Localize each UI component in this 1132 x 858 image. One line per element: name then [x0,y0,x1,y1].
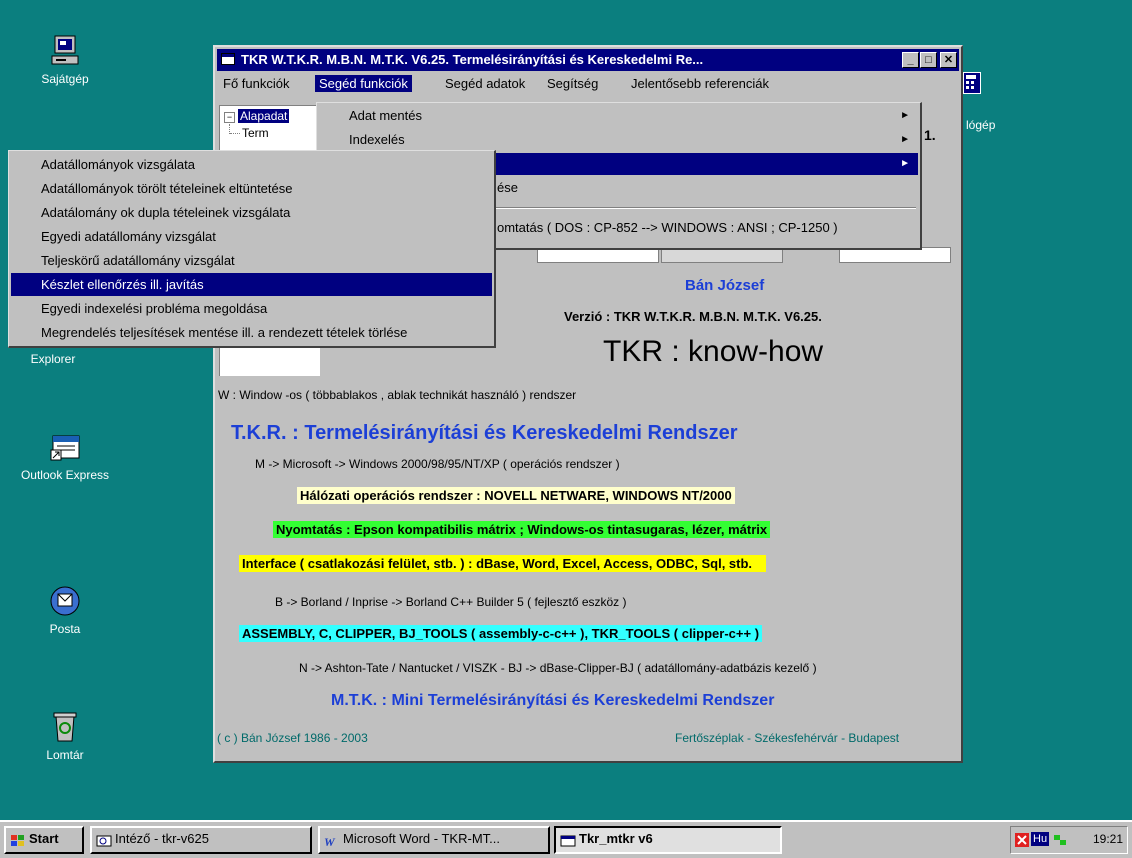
menu-fo-funkciok[interactable]: Fő funkciók [219,75,293,92]
windows-logo-icon [10,833,26,847]
b-description: B -> Borland / Inprise -> Borland C++ Bu… [275,595,627,609]
icon-label: Posta [49,622,81,636]
menu-item-label: Adat mentés [349,108,422,123]
menu-item-label: omtatás ( DOS : CP-852 --> WINDOWS : ANS… [497,220,838,235]
tree-expander-icon[interactable]: − [224,112,235,123]
maximize-icon: □ [925,54,932,66]
menu-item-indexeles[interactable]: Indexelés ► [319,129,918,151]
outlook-express-desktop-icon[interactable]: Outlook Express [20,430,110,482]
tree-connector [230,133,240,135]
antivirus-icon[interactable] [1015,833,1029,847]
submenu-item[interactable]: Adatállományok törölt tételeinek eltünte… [11,177,492,200]
submenu-item[interactable]: Teljeskörű adatállomány vizsgálat [11,249,492,272]
tree-item-alapadat[interactable]: Alapadat [238,109,290,123]
menu-segitseg[interactable]: Segítség [543,75,602,92]
recycle-bin-icon [48,710,82,744]
network-icon[interactable] [1053,833,1067,847]
submenu-item[interactable]: Egyedi adatállomány vizsgálat [11,225,492,248]
interface-banner: Interface ( csatlakozási felület, stb. )… [239,555,767,572]
mtk-title: M.T.K. : Mini Termelésirányítási és Kere… [331,692,775,709]
task-button-explorer[interactable]: Intéző - tkr-v625 [90,826,312,854]
tkr-title: T.K.R. : Termelésirányítási és Kereskede… [231,422,738,444]
taskbar: Start Intéző - tkr-v625 W Microsoft Word… [0,820,1132,858]
icon-label: Explorer [30,352,76,366]
menu-bar: Fő funkciók Segéd funkciók Segéd adatok … [217,73,959,93]
task-button-word[interactable]: W Microsoft Word - TKR-MT... [318,826,550,854]
svg-text:W: W [324,835,336,848]
close-icon: ✕ [943,54,954,66]
menu-item-label: Indexelés [349,132,405,147]
my-computer-icon [48,34,82,68]
calculator-icon[interactable] [963,72,981,94]
m-description: M -> Microsoft -> Windows 2000/98/95/NT/… [255,457,620,471]
language-indicator[interactable]: Hu [1031,832,1050,846]
tree-item-term[interactable]: Term [242,126,269,140]
submenu-item[interactable]: Megrendelés teljesítések mentése ill. a … [11,321,492,344]
printing-banner: Nyomtatás : Epson kompatibilis mátrix ; … [273,521,771,538]
author-name: Bán József [685,277,765,294]
icon-label: Sajátgép [41,72,89,86]
window-title: TKR W.T.K.R. M.B.N. M.T.K. V6.25. Termel… [241,52,704,67]
copyright-text: ( c ) Bán József 1986 - 2003 [217,731,368,745]
start-label: Start [29,831,59,846]
n-description: N -> Ashton-Tate / Nantucket / VISZK - B… [299,661,817,675]
app-window-icon[interactable] [221,53,235,65]
submenu-item[interactable]: Adatállományok vizsgálata [11,153,492,176]
location-text: Fertőszéplak - Székesfehérvár - Budapest [675,731,900,745]
submenu-item[interactable]: Adatálomány ok dupla tételeinek vizsgála… [11,201,492,224]
recycle-bin-desktop-icon[interactable]: Lomtár [20,710,110,762]
menu-seged-adatok[interactable]: Segéd adatok [441,75,529,92]
maximize-button[interactable]: □ [920,52,937,68]
task-button-tkr[interactable]: Tkr_mtkr v6 [554,826,782,854]
start-button[interactable]: Start [4,826,84,854]
explorer-desktop-icon[interactable]: Explorer [8,352,98,366]
icon-label: Lomtár [46,748,84,762]
outlook-express-icon [48,430,82,464]
submenu-item[interactable]: Egyedi indexelési probléma megoldása [11,297,492,320]
clock[interactable]: 19:21 [1093,832,1123,846]
desktop-icon-label-partial: lógép [966,118,996,132]
knowhow-heading: TKR : know-how [603,335,824,368]
minimize-icon: _ [907,54,914,66]
network-os-banner: Hálózati operációs rendszer : NOVELL NET… [297,487,735,504]
submenu-arrow-icon: ► [900,110,910,121]
posta-desktop-icon[interactable]: Posta [20,584,110,636]
minimize-button[interactable]: _ [902,52,919,68]
submenu-arrow-icon: ► [900,158,910,169]
system-tray: Hu 19:21 [1010,826,1128,854]
menu-jelentosebb-referenciak[interactable]: Jelentősebb referenciák [627,75,773,92]
word-icon: W [324,833,340,849]
version-text: Verzió : TKR W.T.K.R. M.B.N. M.T.K. V6.2… [564,309,822,324]
my-computer-desktop-icon[interactable]: Sajátgép [20,34,110,86]
menu-seged-funkciok[interactable]: Segéd funkciók [315,75,412,92]
menu-item-label: ése [497,180,518,195]
window-task-icon [560,833,576,847]
task-label: Intéző - tkr-v625 [115,831,209,846]
close-button[interactable]: ✕ [940,52,957,68]
task-label: Tkr_mtkr v6 [579,831,653,846]
peek-text: 1. [924,127,936,143]
title-bar[interactable]: TKR W.T.K.R. M.B.N. M.T.K. V6.25. Termel… [217,49,959,71]
submenu-item-keszlet-ellenorzes[interactable]: Készlet ellenőrzés ill. javítás [11,273,492,296]
task-label: Microsoft Word - TKR-MT... [343,831,500,846]
posta-icon [48,584,82,618]
icon-label: Outlook Express [20,468,110,482]
submenu-arrow-icon: ► [900,134,910,145]
explorer-task-icon [96,833,112,847]
w-description: W : Window -os ( többablakos , ablak tec… [218,388,577,402]
menu-item-adat-mentes[interactable]: Adat mentés ► [319,105,918,127]
adatallomany-submenu: Adatállományok vizsgálata Adatállományok… [8,150,496,348]
assembly-banner: ASSEMBLY, C, CLIPPER, BJ_TOOLS ( assembl… [239,625,763,642]
